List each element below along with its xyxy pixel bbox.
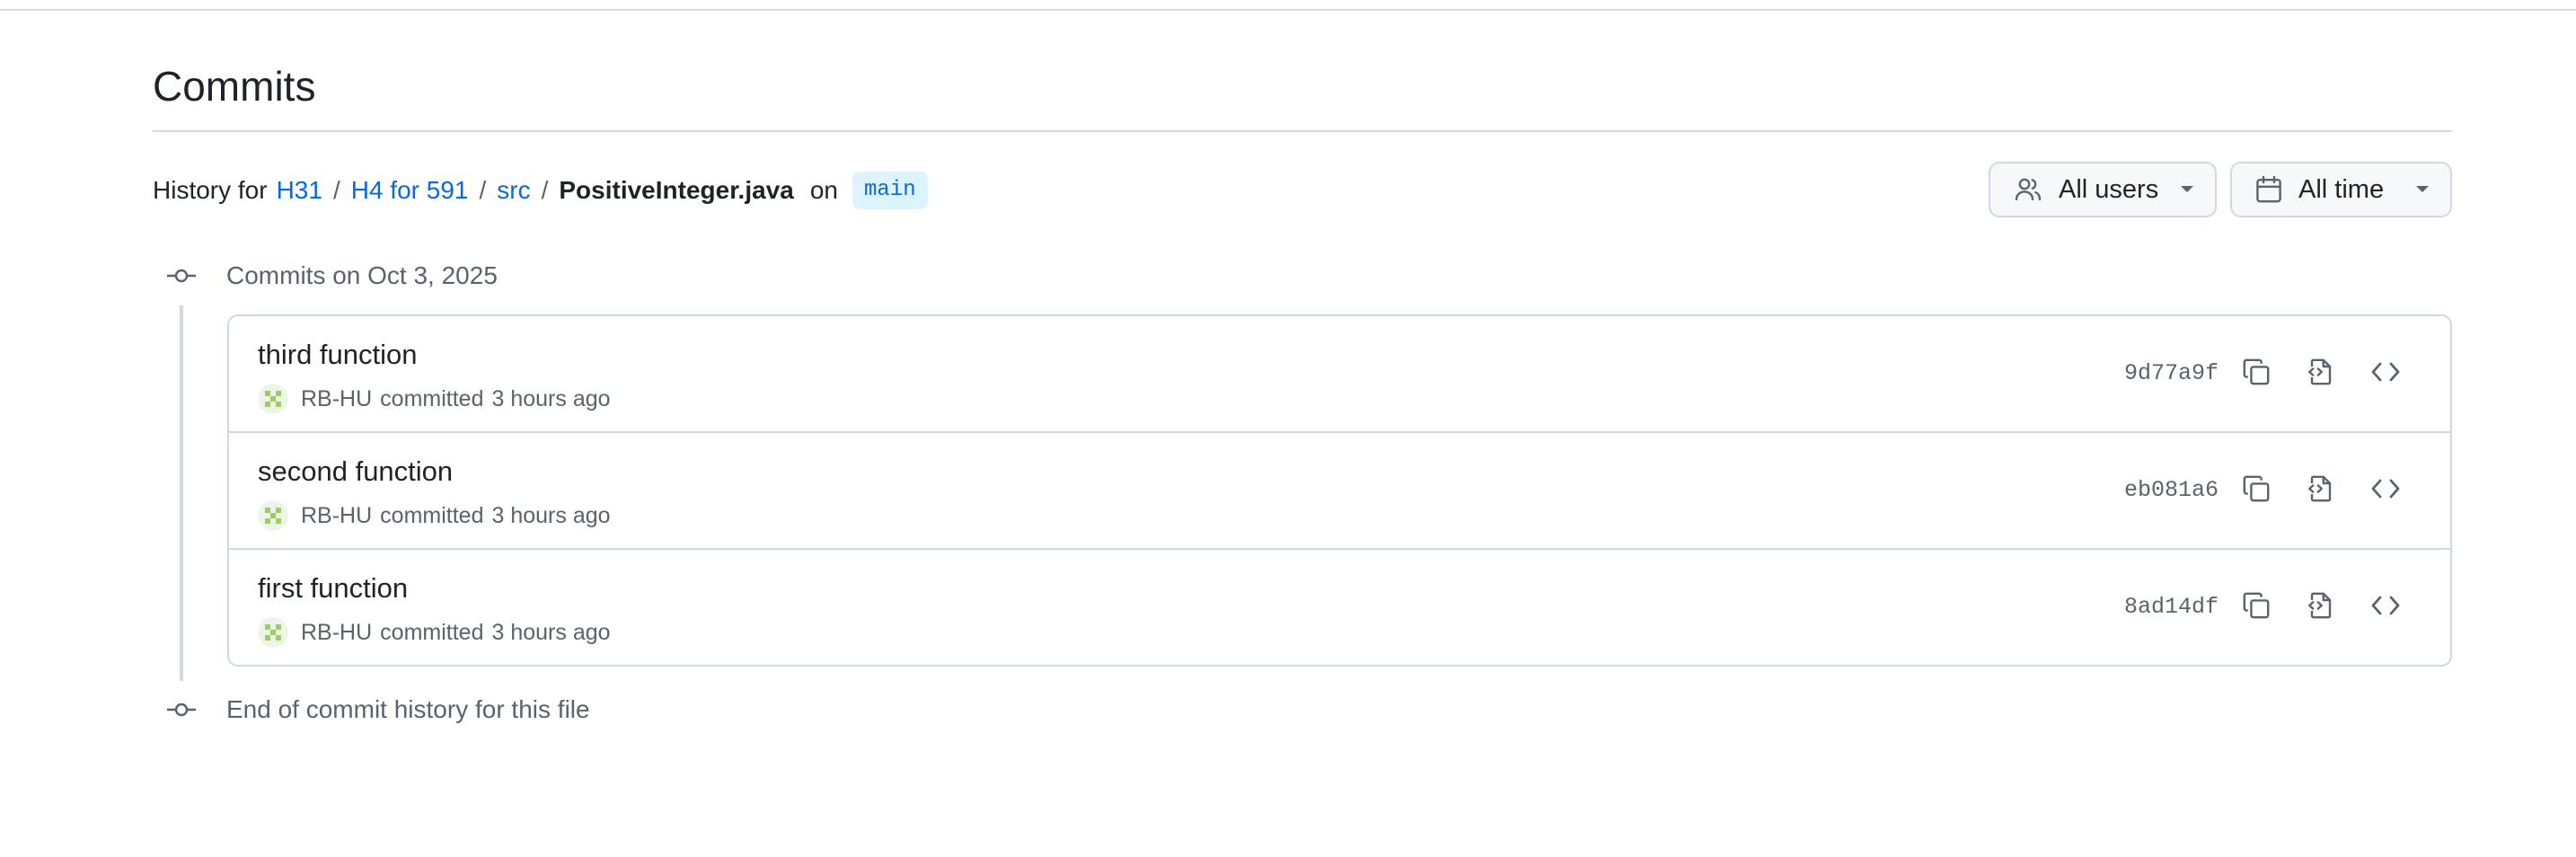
commit-time: 3 hours ago — [491, 503, 611, 528]
commit-sha-link[interactable]: 8ad14df — [2124, 591, 2219, 623]
people-icon — [2014, 175, 2042, 204]
breadcrumb-link-src[interactable]: src — [497, 176, 530, 205]
commit-action: committed — [380, 503, 484, 528]
breadcrumb-link-repo[interactable]: H31 — [277, 176, 322, 205]
commit-author[interactable]: RB-HU — [301, 499, 372, 532]
commit-row: third function RB-HU committed 3 hours a… — [229, 316, 2450, 433]
copy-sha-button[interactable] — [2236, 588, 2276, 627]
view-diff-button[interactable] — [2301, 471, 2341, 510]
copy-sha-button[interactable] — [2236, 354, 2276, 393]
git-commit-icon — [166, 694, 197, 725]
commit-time: 3 hours ago — [491, 386, 611, 411]
commit-message-link[interactable]: third function — [258, 336, 418, 374]
commit-list: third function RB-HU committed 3 hours a… — [227, 314, 2452, 667]
file-diff-icon — [2307, 474, 2335, 508]
timeline-line — [180, 305, 183, 681]
browse-code-button[interactable] — [2366, 588, 2405, 627]
history-prefix: History for — [153, 176, 268, 204]
end-of-history-label: End of commit history for this file — [226, 695, 590, 723]
git-commit-icon — [166, 261, 197, 291]
breadcrumb-separator: / — [479, 176, 487, 204]
avatar[interactable] — [258, 384, 288, 414]
file-diff-icon — [2307, 591, 2335, 624]
commit-row: first function RB-HU committed 3 hours a… — [229, 550, 2450, 665]
commit-message-link[interactable]: second function — [258, 453, 453, 490]
users-filter-button[interactable]: All users — [1989, 162, 2217, 217]
triangle-down-icon — [2414, 184, 2430, 195]
commit-group-label: Commits on Oct 3, 2025 — [226, 261, 498, 289]
commit-row: second function RB-HU committed 3 hours … — [229, 433, 2450, 550]
code-icon — [2370, 359, 2401, 389]
copy-icon — [2242, 474, 2271, 508]
triangle-down-icon — [2179, 184, 2195, 195]
commit-meta: RB-HU committed 3 hours ago — [258, 383, 611, 415]
page-title: Commits — [153, 63, 316, 110]
commit-time: 3 hours ago — [491, 620, 611, 645]
browse-code-button[interactable] — [2366, 471, 2405, 510]
commit-author[interactable]: RB-HU — [301, 616, 372, 649]
commit-meta: RB-HU committed 3 hours ago — [258, 499, 611, 532]
commit-author[interactable]: RB-HU — [301, 383, 372, 415]
on-label: on — [809, 176, 838, 204]
time-filter-button[interactable]: All time — [2230, 162, 2452, 217]
breadcrumb-separator: / — [541, 176, 549, 204]
code-icon — [2370, 476, 2401, 506]
copy-icon — [2242, 591, 2271, 624]
breadcrumb-separator: / — [332, 176, 340, 204]
copy-icon — [2242, 358, 2271, 391]
time-filter-label: All time — [2298, 174, 2385, 204]
branch-tag[interactable]: main — [852, 172, 928, 209]
commit-meta: RB-HU committed 3 hours ago — [258, 616, 611, 649]
avatar[interactable] — [258, 500, 288, 531]
history-breadcrumb: History for H31 / H4 for 591 / src / Pos… — [153, 169, 928, 212]
commit-sha-link[interactable]: 9d77a9f — [2124, 358, 2219, 390]
avatar[interactable] — [258, 617, 288, 648]
browse-code-button[interactable] — [2366, 354, 2405, 393]
breadcrumb-file: PositiveInteger.java — [559, 176, 794, 204]
copy-sha-button[interactable] — [2236, 471, 2276, 510]
view-diff-button[interactable] — [2301, 354, 2341, 393]
commit-action: committed — [380, 620, 484, 645]
users-filter-label: All users — [2059, 174, 2159, 204]
view-diff-button[interactable] — [2301, 588, 2341, 627]
breadcrumb-link-folder[interactable]: H4 for 591 — [351, 176, 469, 205]
top-border — [0, 0, 2576, 11]
calendar-icon — [2255, 175, 2282, 204]
code-icon — [2370, 593, 2401, 623]
commit-action: committed — [380, 386, 484, 411]
file-diff-icon — [2307, 358, 2335, 391]
title-divider — [153, 130, 2452, 132]
commit-message-link[interactable]: first function — [258, 570, 408, 607]
commit-sha-link[interactable]: eb081a6 — [2124, 474, 2219, 507]
